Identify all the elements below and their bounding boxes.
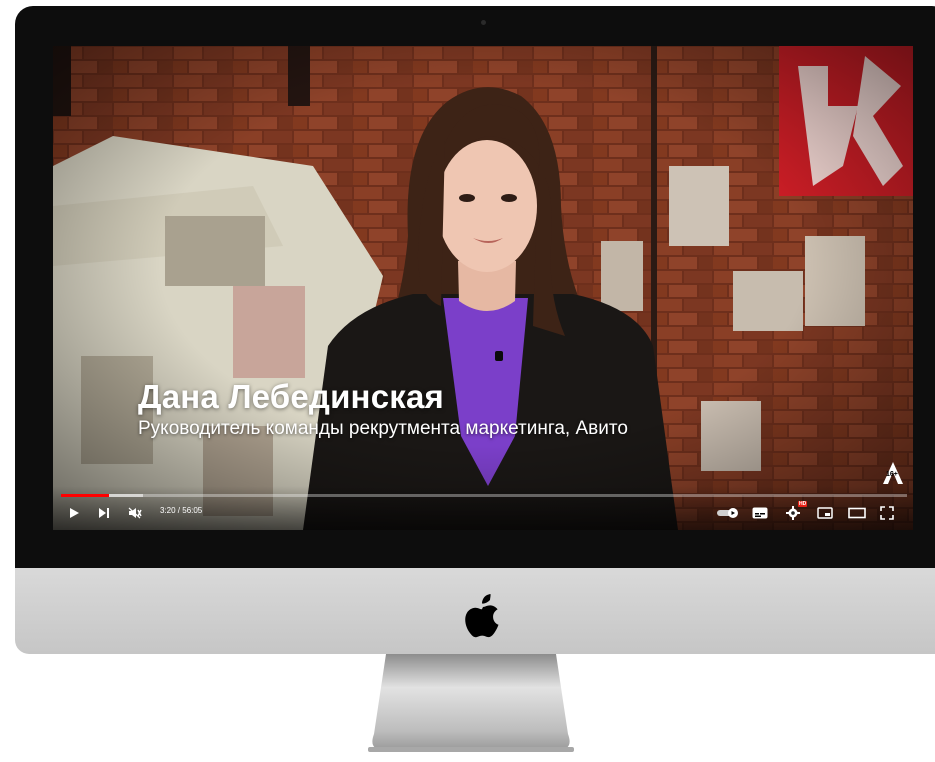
autoplay-toggle[interactable] xyxy=(717,504,739,522)
theater-mode-button[interactable] xyxy=(848,504,866,522)
subtitles-icon xyxy=(752,507,768,519)
player-controls: 3:20 / 56:05 HD xyxy=(53,486,913,530)
hd-badge: HD xyxy=(798,501,808,507)
next-icon xyxy=(99,508,109,518)
apple-logo-icon xyxy=(465,594,499,638)
speaker-role: Руководитель команды рекрутмента маркети… xyxy=(138,418,628,439)
fullscreen-button[interactable] xyxy=(879,504,895,522)
monitor-stand xyxy=(368,654,574,752)
age-rating-badge: 16+ xyxy=(882,461,904,485)
progress-played xyxy=(61,494,110,497)
progress-bar[interactable] xyxy=(61,494,907,497)
miniplayer-button[interactable] xyxy=(817,504,833,522)
settings-button[interactable]: HD xyxy=(785,501,808,522)
lower-third: Дана Лебединская Руководитель команды ре… xyxy=(138,378,628,440)
camera-icon xyxy=(481,20,486,25)
play-icon xyxy=(70,508,79,518)
video-player[interactable]: Дана Лебединская Руководитель команды ре… xyxy=(53,46,913,530)
miniplayer-icon xyxy=(817,507,833,519)
settings-icon xyxy=(786,506,800,520)
video-frame xyxy=(53,46,913,530)
autoplay-toggle-icon xyxy=(717,508,738,518)
time-display: 3:20 / 56:05 xyxy=(160,506,203,515)
next-button[interactable] xyxy=(97,504,111,522)
age-rating-text: 16+ xyxy=(886,471,898,478)
mute-button[interactable] xyxy=(127,504,143,522)
subtitles-button[interactable] xyxy=(752,504,768,522)
theater-icon xyxy=(848,507,866,519)
fullscreen-icon xyxy=(880,506,894,520)
play-button[interactable] xyxy=(67,504,81,522)
speaker-name: Дана Лебединская xyxy=(138,378,444,415)
mute-icon xyxy=(128,507,142,519)
